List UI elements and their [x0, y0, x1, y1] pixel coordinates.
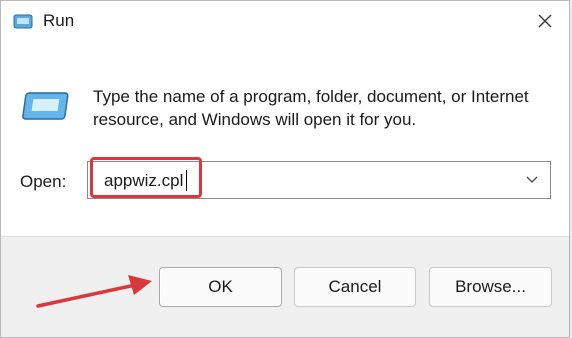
run-icon	[13, 14, 33, 30]
dialog-content: Type the name of a program, folder, docu…	[1, 45, 569, 236]
run-dialog: Run Type the name of a program, folder, …	[0, 0, 570, 338]
dialog-description: Type the name of a program, folder, docu…	[93, 87, 529, 129]
open-label: Open:	[20, 172, 67, 191]
title-bar: Run	[1, 1, 569, 45]
chevron-down-icon	[526, 171, 538, 189]
close-button[interactable]	[531, 9, 559, 37]
open-dropdown-button[interactable]	[518, 166, 546, 194]
close-icon	[538, 14, 552, 33]
open-input[interactable]: appwiz.cpl	[104, 171, 183, 191]
run-icon	[19, 87, 69, 125]
text-caret	[186, 170, 187, 191]
window-title: Run	[43, 11, 75, 30]
button-bar: OK Cancel Browse...	[1, 236, 569, 337]
open-combobox[interactable]: appwiz.cpl	[87, 161, 551, 199]
ok-button[interactable]: OK	[159, 267, 282, 307]
browse-button[interactable]: Browse...	[429, 267, 552, 307]
cancel-button[interactable]: Cancel	[294, 267, 416, 307]
